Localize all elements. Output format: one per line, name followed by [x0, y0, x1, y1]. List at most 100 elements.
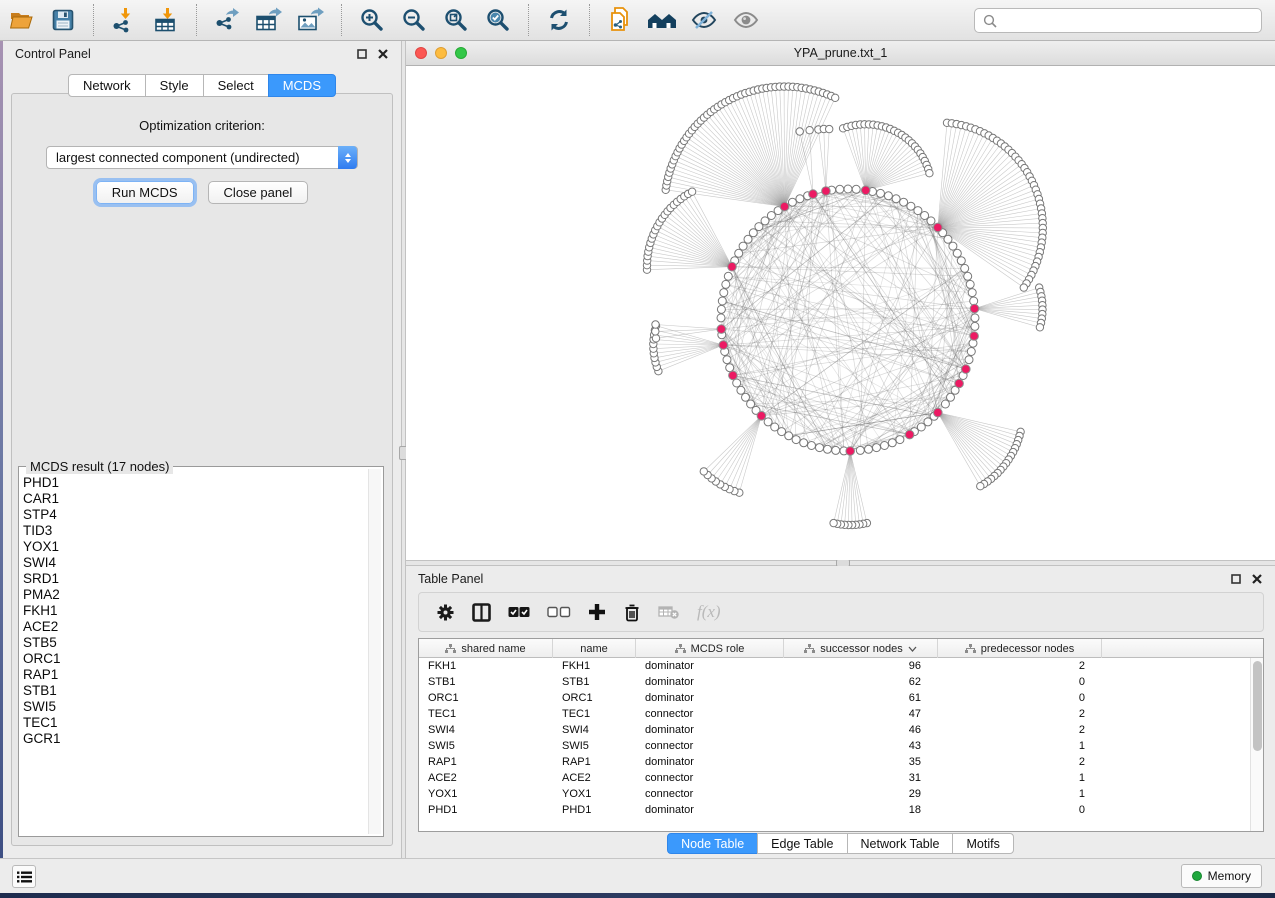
cell[interactable]: STB1	[553, 674, 636, 690]
mcds-node-item[interactable]: CAR1	[23, 491, 365, 507]
cell[interactable]: 46	[784, 722, 938, 738]
cell[interactable]: dominator	[636, 674, 784, 690]
cell[interactable]: SWI5	[419, 738, 553, 754]
network-view[interactable]	[406, 66, 1275, 560]
table-settings-gear-icon[interactable]	[436, 603, 455, 622]
import-table-icon[interactable]	[149, 5, 183, 35]
zoom-fit-icon[interactable]	[439, 5, 473, 35]
cell[interactable]: connector	[636, 786, 784, 802]
zoom-out-icon[interactable]	[397, 5, 431, 35]
mcds-node-item[interactable]: STP4	[23, 507, 365, 523]
float-panel-icon[interactable]	[356, 48, 368, 60]
mcds-node-item[interactable]: ACE2	[23, 619, 365, 635]
delete-column-trash-icon[interactable]	[623, 603, 641, 622]
cell[interactable]: 61	[784, 690, 938, 706]
cell[interactable]: 47	[784, 706, 938, 722]
cell[interactable]: dominator	[636, 802, 784, 818]
cell[interactable]: connector	[636, 738, 784, 754]
column-header-predecessor-nodes[interactable]: predecessor nodes	[938, 639, 1102, 658]
export-network-icon[interactable]	[210, 5, 244, 35]
cell[interactable]: SWI4	[553, 722, 636, 738]
export-table-icon[interactable]	[252, 5, 286, 35]
tab-edge-table[interactable]: Edge Table	[757, 833, 847, 854]
cell[interactable]: TEC1	[553, 706, 636, 722]
mcds-node-item[interactable]: RAP1	[23, 667, 365, 683]
cell[interactable]: RAP1	[553, 754, 636, 770]
run-mcds-button[interactable]: Run MCDS	[96, 181, 194, 204]
mcds-result-scrollbar[interactable]	[368, 469, 381, 834]
show-columns-icon[interactable]	[472, 603, 491, 622]
close-panel-icon[interactable]	[377, 48, 389, 60]
tab-motifs[interactable]: Motifs	[952, 833, 1013, 854]
table-row[interactable]: TEC1TEC1connector472	[419, 706, 1250, 722]
cell[interactable]: ACE2	[553, 770, 636, 786]
column-header-name[interactable]: name	[553, 639, 636, 658]
zoom-in-icon[interactable]	[355, 5, 389, 35]
mcds-node-item[interactable]: SWI4	[23, 555, 365, 571]
zoom-selected-icon[interactable]	[481, 5, 515, 35]
cell[interactable]: 2	[938, 754, 1102, 770]
deselect-all-checkboxes-icon[interactable]	[547, 606, 571, 618]
cell[interactable]: ORC1	[419, 690, 553, 706]
cell[interactable]: ACE2	[419, 770, 553, 786]
column-header-MCDS-role[interactable]: MCDS role	[636, 639, 784, 658]
cell[interactable]: FKH1	[419, 658, 553, 674]
table-row[interactable]: ORC1ORC1dominator610	[419, 690, 1250, 706]
mcds-node-item[interactable]: GCR1	[23, 731, 365, 747]
cell[interactable]: 2	[938, 722, 1102, 738]
task-history-button[interactable]	[12, 865, 36, 888]
refresh-layout-icon[interactable]	[542, 5, 576, 35]
close-panel-icon[interactable]	[1251, 573, 1263, 585]
cell[interactable]: dominator	[636, 690, 784, 706]
cell[interactable]: SWI4	[419, 722, 553, 738]
export-image-icon[interactable]	[294, 5, 328, 35]
cell[interactable]: dominator	[636, 722, 784, 738]
cell[interactable]: 1	[938, 738, 1102, 754]
cell[interactable]: dominator	[636, 754, 784, 770]
tab-node-table[interactable]: Node Table	[667, 833, 758, 854]
search-field[interactable]	[974, 8, 1262, 33]
close-panel-button[interactable]: Close panel	[208, 181, 309, 204]
cell[interactable]: YOX1	[419, 786, 553, 802]
cell[interactable]: 1	[938, 770, 1102, 786]
table-row[interactable]: ACE2ACE2connector311	[419, 770, 1250, 786]
select-all-checkboxes-icon[interactable]	[508, 606, 530, 618]
tab-network-table[interactable]: Network Table	[847, 833, 954, 854]
cell[interactable]: 29	[784, 786, 938, 802]
cell[interactable]: 43	[784, 738, 938, 754]
cell[interactable]: 31	[784, 770, 938, 786]
tab-style[interactable]: Style	[145, 74, 204, 97]
table-row[interactable]: SWI4SWI4dominator462	[419, 722, 1250, 738]
show-selection-eye-icon[interactable]	[729, 5, 763, 35]
mcds-node-item[interactable]: FKH1	[23, 603, 365, 619]
mcds-node-item[interactable]: PMA2	[23, 587, 365, 603]
memory-button[interactable]: Memory	[1181, 864, 1262, 888]
mcds-node-item[interactable]: TID3	[23, 523, 365, 539]
cell[interactable]: 2	[938, 706, 1102, 722]
cell[interactable]: 0	[938, 690, 1102, 706]
mcds-node-item[interactable]: STB1	[23, 683, 365, 699]
table-row[interactable]: YOX1YOX1connector291	[419, 786, 1250, 802]
mcds-node-item[interactable]: STB5	[23, 635, 365, 651]
cell[interactable]: 96	[784, 658, 938, 674]
home-icon[interactable]	[645, 5, 679, 35]
tab-select[interactable]: Select	[203, 74, 269, 97]
cell[interactable]: RAP1	[419, 754, 553, 770]
mcds-node-item[interactable]: PHD1	[23, 475, 365, 491]
column-header-shared-name[interactable]: shared name	[419, 639, 553, 658]
cell[interactable]: PHD1	[553, 802, 636, 818]
cell[interactable]: 0	[938, 674, 1102, 690]
cell[interactable]: STB1	[419, 674, 553, 690]
mcds-node-item[interactable]: TEC1	[23, 715, 365, 731]
save-icon[interactable]	[46, 5, 80, 35]
cell[interactable]: dominator	[636, 658, 784, 674]
column-header-successor-nodes[interactable]: successor nodes	[784, 639, 938, 658]
cell[interactable]: TEC1	[419, 706, 553, 722]
tab-mcds[interactable]: MCDS	[268, 74, 336, 97]
table-scrollbar[interactable]	[1250, 658, 1263, 831]
table-row[interactable]: SWI5SWI5connector431	[419, 738, 1250, 754]
cell[interactable]: 35	[784, 754, 938, 770]
scrollbar-thumb[interactable]	[1253, 661, 1262, 751]
table-row[interactable]: STB1STB1dominator620	[419, 674, 1250, 690]
mcds-node-item[interactable]: YOX1	[23, 539, 365, 555]
